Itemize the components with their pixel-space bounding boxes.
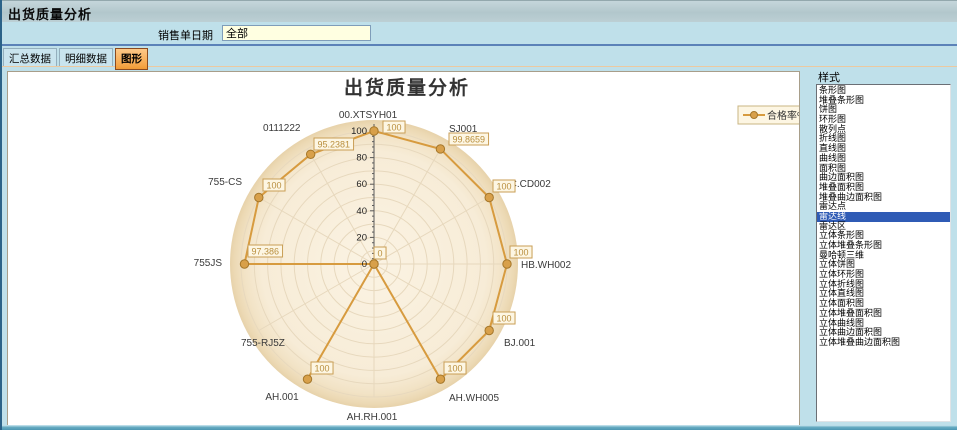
svg-text:100: 100 bbox=[514, 248, 529, 258]
filter-bar: 销售单日期 bbox=[0, 22, 957, 44]
axis-tick-label: 20 bbox=[356, 232, 367, 243]
sales-date-input[interactable] bbox=[222, 25, 371, 41]
category-label: AH.RH.001 bbox=[347, 412, 398, 423]
axis-tick-label: 100 bbox=[351, 126, 367, 137]
data-point-marker bbox=[436, 145, 444, 153]
data-point-marker bbox=[370, 260, 378, 268]
value-label: 100 bbox=[311, 362, 333, 374]
category-label: HB.WH002 bbox=[521, 260, 571, 271]
category-label: BJ.001 bbox=[504, 338, 536, 349]
tab-graphics[interactable]: 图形 bbox=[115, 48, 148, 70]
app-window: 出货质量分析 销售单日期 汇总数据明细数据图形 0 20 40 60 80 100 00.X… bbox=[0, 0, 957, 430]
chart-panel: 02040608010000.XTSYH01SJ001SC.CD002HB.WH… bbox=[7, 71, 800, 426]
style-option[interactable]: 立体堆叠曲边面积图 bbox=[817, 338, 950, 348]
category-label: 0111222 bbox=[263, 123, 301, 134]
value-label: 100 bbox=[383, 121, 405, 133]
value-label: 97.386 bbox=[248, 245, 283, 257]
data-point-marker bbox=[306, 150, 314, 158]
window-left-edge bbox=[0, 0, 2, 430]
content-area: 02040608010000.XTSYH01SJ001SC.CD002HB.WH… bbox=[0, 66, 957, 425]
category-label: 755-RJ5Z bbox=[241, 338, 285, 349]
svg-text:100: 100 bbox=[267, 181, 282, 191]
data-point-marker bbox=[485, 326, 493, 334]
window-titlebar: 出货质量分析 bbox=[0, 0, 957, 22]
data-point-marker bbox=[303, 375, 311, 383]
category-label: 00.XTSYH01 bbox=[339, 110, 398, 121]
radar-chart: 02040608010000.XTSYH01SJ001SC.CD002HB.WH… bbox=[8, 72, 799, 425]
category-label: 755JS bbox=[194, 258, 223, 269]
value-label: 95.2381 bbox=[314, 138, 354, 150]
style-panel-title: 样式 bbox=[818, 69, 840, 85]
value-label: 99.8659 bbox=[449, 133, 489, 145]
axis-tick-label: 0 bbox=[362, 259, 367, 270]
data-point-marker bbox=[370, 127, 378, 135]
chart-title: 出货质量分析 bbox=[344, 76, 470, 99]
data-point-marker bbox=[503, 260, 511, 268]
value-label: 0 bbox=[374, 247, 386, 259]
tab-list: 汇总数据明细数据图形 bbox=[3, 48, 150, 66]
axis-tick-label: 40 bbox=[356, 206, 367, 217]
svg-text:100: 100 bbox=[497, 182, 512, 192]
svg-text:99.8659: 99.8659 bbox=[453, 135, 486, 145]
category-label: AH.WH005 bbox=[449, 393, 499, 404]
style-listbox: 条形图堆叠条形图饼图环形图散列点折线图直线图曲线图面积图曲边面积图堆叠面积图堆叠… bbox=[816, 84, 951, 422]
axis-tick-label: 60 bbox=[356, 179, 367, 190]
tab-bar: 汇总数据明细数据图形 bbox=[0, 44, 957, 66]
svg-text:0: 0 bbox=[378, 249, 383, 259]
axis-tick-label: 80 bbox=[356, 153, 367, 164]
sales-date-label: 销售单日期 bbox=[158, 27, 213, 43]
data-point-marker bbox=[485, 193, 493, 201]
style-panel: 样式 条形图堆叠条形图饼图环形图散列点折线图直线图曲线图面积图曲边面积图堆叠面积… bbox=[806, 67, 955, 426]
data-point-marker bbox=[240, 260, 248, 268]
value-label: 100 bbox=[263, 179, 285, 191]
value-label: 100 bbox=[510, 246, 532, 258]
category-label: AH.001 bbox=[265, 392, 299, 403]
legend-label: 合格率% bbox=[767, 109, 799, 122]
value-label: 100 bbox=[493, 180, 515, 192]
svg-text:97.386: 97.386 bbox=[252, 247, 280, 257]
svg-text:100: 100 bbox=[387, 123, 402, 133]
chart-legend: 合格率% bbox=[738, 106, 799, 124]
value-label: 100 bbox=[444, 362, 466, 374]
data-point-marker bbox=[255, 193, 263, 201]
data-point-marker bbox=[436, 375, 444, 383]
legend-marker-icon bbox=[751, 112, 758, 119]
svg-text:95.2381: 95.2381 bbox=[318, 140, 351, 150]
value-label: 100 bbox=[493, 312, 515, 324]
page-title: 出货质量分析 bbox=[8, 4, 92, 23]
category-label: 755-CS bbox=[208, 177, 242, 188]
svg-text:100: 100 bbox=[315, 364, 330, 374]
window-bottom-edge bbox=[0, 425, 957, 430]
svg-text:100: 100 bbox=[448, 364, 463, 374]
svg-text:100: 100 bbox=[497, 314, 512, 324]
